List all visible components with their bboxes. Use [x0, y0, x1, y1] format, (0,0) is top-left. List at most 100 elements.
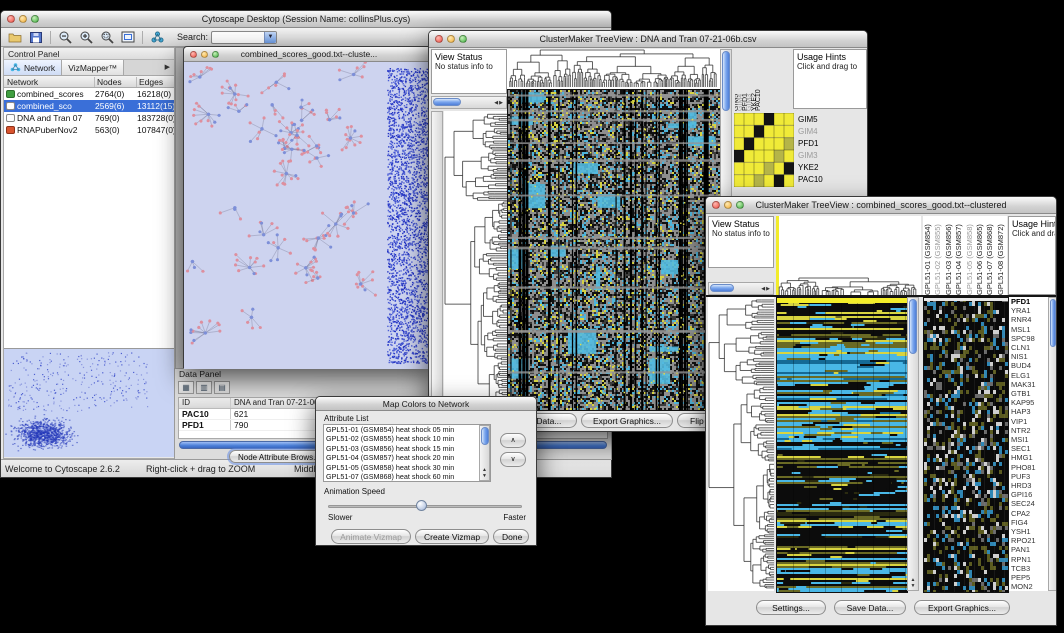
tab-network[interactable]: Network	[4, 60, 62, 75]
close-button[interactable]	[712, 201, 720, 209]
minimize-button[interactable]	[201, 51, 208, 58]
attribute-item[interactable]: GPL51-05 (GSM858) heat shock 30 min	[324, 463, 490, 472]
scrollbar-arrows[interactable]: ◀▶	[494, 100, 504, 106]
gene-dendrogram[interactable]	[708, 297, 774, 591]
slider-thumb[interactable]	[416, 500, 427, 511]
global-x-scrollbar[interactable]: ◀▶	[708, 282, 774, 295]
tab-vizmapper[interactable]: VizMapper™	[62, 60, 124, 75]
attribute-item[interactable]: GPL51-07 (GSM868) heat shock 60 min	[324, 472, 490, 481]
scrollbar-thumb[interactable]	[481, 427, 489, 445]
attribute-item[interactable]: GPL51-02 (GSM855) heat shock 10 min	[324, 434, 490, 443]
minimize-button[interactable]	[447, 35, 455, 43]
scrollbar-thumb[interactable]	[909, 299, 917, 354]
control-panel-tabs: Network VizMapper™ ▶	[4, 60, 174, 76]
tab-overflow-icon[interactable]: ▶	[161, 60, 174, 75]
tab-label: VizMapper™	[68, 63, 117, 73]
done-button[interactable]: Done	[493, 529, 529, 544]
desktop: { "icons": { "combo_arrow": "▼", "tab_ov…	[0, 0, 1064, 633]
minimize-button[interactable]	[19, 15, 27, 23]
attribute-item[interactable]: GPL51-03 (GSM856) heat shock 15 min	[324, 444, 490, 453]
zoom-button[interactable]	[736, 201, 744, 209]
window-controls	[190, 51, 219, 58]
settings-button[interactable]: Settings...	[756, 600, 826, 615]
map-dialog-titlebar[interactable]: Map Colors to Network	[316, 397, 536, 411]
column-header-network[interactable]: Network	[4, 77, 95, 87]
network-window-titlebar[interactable]: combined_scores_good.txt--cluste...	[184, 47, 434, 62]
delete-attribute-icon[interactable]: ▤	[214, 381, 230, 394]
matrix-row-label: PFD1	[798, 138, 823, 150]
network-row[interactable]: DNA and Tran 07769(0)183728(0)	[4, 112, 174, 124]
combo-arrow-icon[interactable]: ▼	[264, 32, 276, 43]
zoom-button[interactable]	[31, 15, 39, 23]
dendrogram-scrollbar[interactable]: ▲▼	[431, 111, 443, 409]
column-header-nodes[interactable]: Nodes	[95, 77, 137, 87]
gene-dendrogram[interactable]	[444, 111, 507, 409]
treeview-dna-titlebar[interactable]: ClusterMaker TreeView : DNA and Tran 07-…	[429, 31, 867, 48]
close-button[interactable]	[435, 35, 443, 43]
view-status-text: No status info to	[435, 62, 503, 71]
export-graphics-button[interactable]: Export Graphics...	[914, 600, 1010, 615]
close-button[interactable]	[190, 51, 197, 58]
network-canvas[interactable]	[184, 62, 434, 369]
minimize-button[interactable]	[724, 201, 732, 209]
treeview-combined-titlebar[interactable]: ClusterMaker TreeView : combined_scores_…	[706, 197, 1056, 214]
close-button[interactable]	[7, 15, 15, 23]
secondary-heatmap[interactable]	[923, 297, 1009, 593]
gene-label: RNR4	[1009, 315, 1048, 324]
scrollbar-thumb[interactable]	[1050, 299, 1056, 347]
zoom-button[interactable]	[459, 35, 467, 43]
zoom-fit-icon[interactable]	[119, 30, 137, 45]
save-data-button[interactable]: Save Data...	[834, 600, 906, 615]
zoom-selected-icon[interactable]	[98, 30, 116, 45]
column-header-edges[interactable]: Edges	[137, 77, 174, 87]
open-session-icon[interactable]	[6, 30, 24, 45]
global-x-scrollbar[interactable]: ◀▶	[431, 96, 507, 109]
gene-label: HRD3	[1009, 481, 1048, 490]
attribute-item[interactable]: GPL51-01 (GSM854) heat shock 05 min	[324, 425, 490, 434]
select-attributes-icon[interactable]: ▦	[178, 381, 194, 394]
matrix-row-label: GIM4	[798, 126, 823, 138]
edge-count: 183728(0)	[137, 113, 174, 123]
network-row[interactable]: combined_scores2764(0)16218(0)	[4, 88, 174, 100]
attribute-list[interactable]: GPL51-01 (GSM854) heat shock 05 minGPL51…	[323, 424, 491, 482]
expression-heatmap[interactable]	[507, 89, 721, 411]
node-attribute-browser-button[interactable]: Node Attribute Brows...	[229, 450, 329, 463]
scrollbar-arrows[interactable]: ◀▶	[761, 286, 771, 292]
save-session-icon[interactable]	[27, 30, 45, 45]
network-row[interactable]: RNAPuberNov2563(0)107847(0)	[4, 124, 174, 136]
heatmap-y-scrollbar[interactable]: ▲▼	[907, 297, 919, 591]
gene-list-scrollbar[interactable]	[1048, 297, 1056, 591]
export-graphics-button[interactable]: Export Graphics...	[581, 413, 673, 428]
create-attribute-icon[interactable]: ▥	[196, 381, 212, 394]
network-overview-icon[interactable]	[148, 30, 166, 45]
expression-heatmap[interactable]	[776, 297, 908, 593]
scrollbar-arrows[interactable]: ▲▼	[908, 578, 918, 589]
zoom-out-icon[interactable]	[56, 30, 74, 45]
scrollbar-thumb[interactable]	[433, 98, 461, 106]
birdseye-view[interactable]	[4, 348, 174, 457]
node-count: 2569(6)	[95, 101, 137, 111]
matrix-row-label: PAC10	[798, 174, 823, 186]
scrollbar-thumb[interactable]	[722, 51, 730, 111]
main-window-titlebar[interactable]: Cytoscape Desktop (Session Name: collins…	[1, 11, 611, 28]
animate-vizmap-button[interactable]: Animate Vizmap	[331, 529, 411, 544]
correlation-matrix[interactable]	[734, 113, 794, 187]
search-combobox[interactable]: ▼	[211, 31, 277, 44]
zoom-in-icon[interactable]	[77, 30, 95, 45]
zoom-button[interactable]	[212, 51, 219, 58]
move-down-button[interactable]: ∨	[500, 452, 526, 467]
animation-speed-slider[interactable]	[328, 500, 522, 512]
create-vizmap-button[interactable]: Create Vizmap	[415, 529, 489, 544]
scrollbar-thumb[interactable]	[710, 284, 734, 292]
attribute-list-scrollbar[interactable]: ▲▼	[479, 425, 490, 481]
attribute-item[interactable]: GPL51-04 (GSM857) heat shock 20 min	[324, 453, 490, 462]
network-row[interactable]: combined_sco2569(6)13112(15)	[4, 100, 174, 112]
scrollbar-arrows[interactable]: ▲▼	[480, 468, 489, 479]
matrix-row-label: YKE2	[798, 162, 823, 174]
gene-label: PHO81	[1009, 463, 1048, 472]
network-name: DNA and Tran 07	[17, 113, 95, 123]
move-up-button[interactable]: ∧	[500, 433, 526, 448]
column-dendrogram[interactable]	[776, 277, 919, 295]
column-dendrogram[interactable]	[507, 49, 719, 87]
column-header-id[interactable]: ID	[179, 398, 231, 408]
